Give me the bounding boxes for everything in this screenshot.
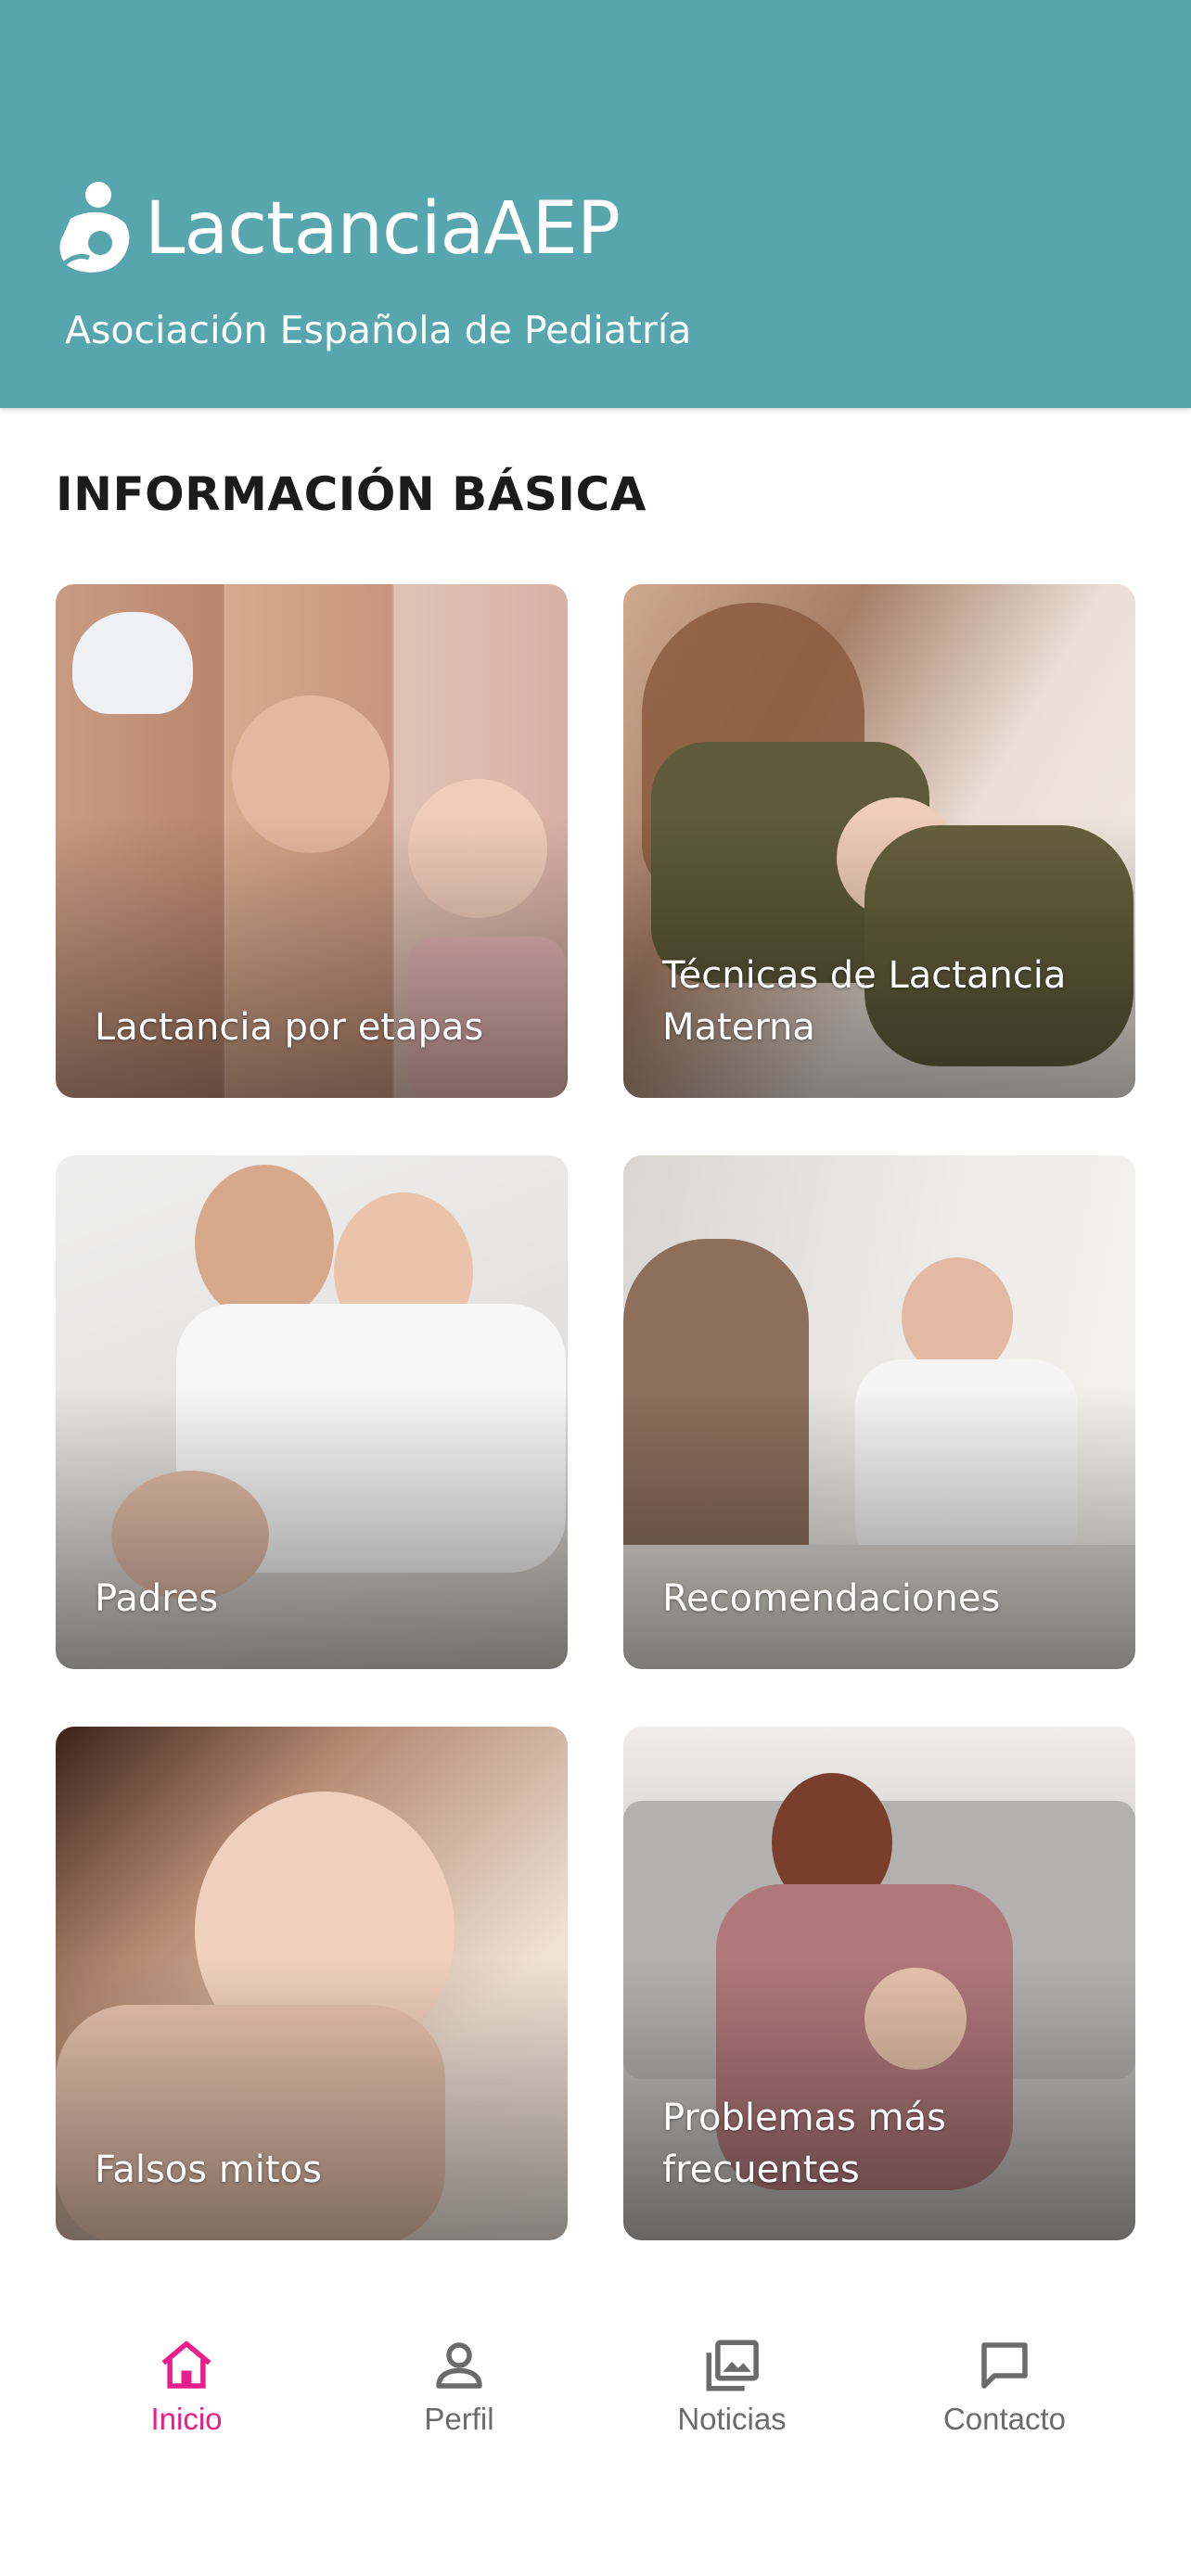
card-problemas-frecuentes[interactable]: Problemas más frecuentes (623, 1727, 1135, 2240)
home-icon (161, 2340, 211, 2389)
section-title: INFORMACIÓN BÁSICA (56, 467, 647, 521)
nav-item-perfil[interactable]: Perfil (366, 2335, 552, 2437)
nav-label: Noticias (677, 2402, 787, 2436)
nav-item-contacto[interactable]: Contacto (912, 2335, 1097, 2437)
logo: LactanciaAEP (58, 178, 621, 280)
chat-icon (981, 2342, 1028, 2389)
nav-label: Perfil (424, 2402, 494, 2436)
card-recomendaciones[interactable]: Recomendaciones (623, 1155, 1135, 1669)
person-icon (436, 2342, 482, 2389)
nav-label: Inicio (150, 2402, 223, 2436)
card-label: Problemas más frecuentes (662, 2097, 946, 2191)
photo-library-icon (706, 2340, 759, 2391)
bottom-navigation: Inicio Perfil Noticias Contacto (0, 2290, 1191, 2576)
card-tecnicas-de-lactancia[interactable]: Técnicas de Lactancia Materna (623, 584, 1135, 1098)
card-label: Recomendaciones (662, 1577, 1001, 1620)
nav-item-inicio[interactable]: Inicio (94, 2335, 279, 2437)
nav-item-noticias[interactable]: Noticias (639, 2335, 825, 2437)
app-header: LactanciaAEP Asociación Española de Pedi… (0, 0, 1191, 408)
app-subtitle: Asociación Española de Pediatría (65, 308, 692, 352)
card-label: Falsos mitos (95, 2149, 322, 2191)
nav-label: Contacto (942, 2402, 1067, 2436)
card-lactancia-por-etapas[interactable]: Lactancia por etapas (56, 584, 568, 1098)
card-label: Padres (95, 1577, 219, 1620)
card-falsos-mitos[interactable]: Falsos mitos (56, 1727, 568, 2240)
card-label: Técnicas de Lactancia Materna (662, 954, 1067, 1049)
app-title: LactanciaAEP (145, 187, 621, 271)
card-label: Lactancia por etapas (95, 1006, 484, 1049)
breastfeeding-logo-icon (59, 182, 130, 273)
card-padres[interactable]: Padres (56, 1155, 568, 1669)
